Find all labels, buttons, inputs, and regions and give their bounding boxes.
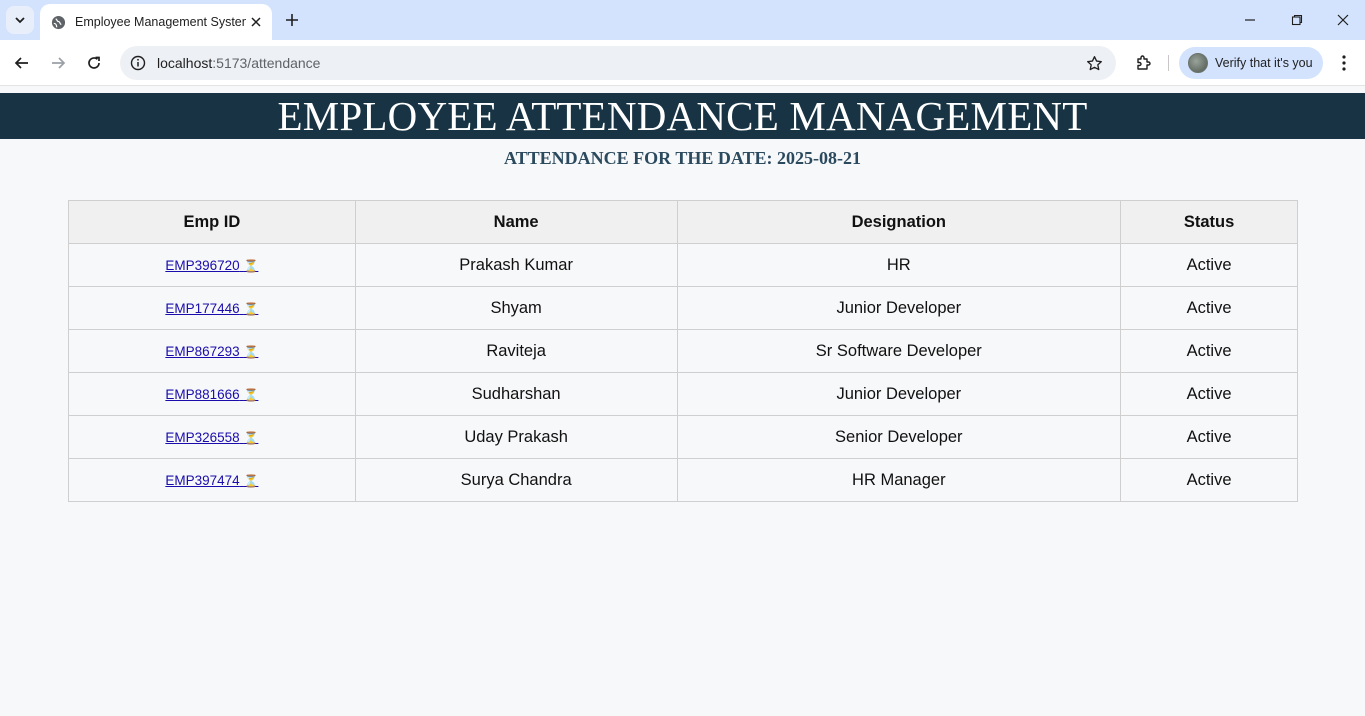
table-row: EMP397474 ⏳ Surya Chandra HR Manager Act…: [68, 458, 1298, 502]
status-cell: Active: [1120, 243, 1298, 287]
status-cell: Active: [1120, 458, 1298, 502]
arrow-right-icon: [52, 57, 66, 69]
tab-search-button[interactable]: [6, 6, 34, 34]
emp-id-link[interactable]: EMP867293 ⏳: [165, 344, 258, 359]
close-tab-icon[interactable]: [246, 12, 266, 32]
browser-toolbar: localhost:5173/attendance Verify that it…: [0, 40, 1365, 86]
name-cell: Raviteja: [354, 329, 678, 373]
attendance-date-heading: ATTENDANCE FOR THE DATE: 2025-08-21: [503, 148, 862, 168]
browser-tab[interactable]: Employee Management System: [40, 4, 272, 40]
designation-cell: HR: [676, 243, 1122, 287]
close-icon: [1337, 14, 1349, 26]
name-cell: Uday Prakash: [354, 415, 678, 459]
emp-id-text: EMP881666: [165, 386, 240, 402]
forward-button[interactable]: [44, 49, 72, 77]
url-path: :5173/attendance: [212, 55, 321, 71]
url-host: localhost: [157, 55, 213, 71]
designation-cell: Senior Developer: [676, 415, 1122, 459]
table-row: EMP326558 ⏳ Uday Prakash Senior Develope…: [68, 415, 1298, 459]
site-info-icon[interactable]: [129, 54, 147, 72]
browser-menu-button[interactable]: [1330, 49, 1358, 77]
status-cell: Active: [1120, 286, 1298, 330]
minimize-button[interactable]: [1236, 6, 1264, 34]
avatar: [1188, 53, 1208, 73]
hourglass-icon: ⏳: [243, 473, 259, 488]
emp-id-cell: EMP177446 ⏳: [68, 286, 356, 330]
toolbar-divider: [1168, 55, 1169, 71]
designation-cell: HR Manager: [676, 458, 1122, 502]
hourglass-icon: ⏳: [243, 430, 259, 445]
designation-cell: Junior Developer: [676, 372, 1122, 416]
close-window-button[interactable]: [1329, 6, 1357, 34]
emp-id-text: EMP326558: [165, 429, 240, 445]
new-tab-button[interactable]: [280, 8, 304, 32]
bookmark-star-icon[interactable]: [1084, 53, 1104, 73]
status-cell: Active: [1120, 415, 1298, 459]
emp-id-text: EMP867293: [165, 343, 240, 359]
tab-title: Employee Management System: [75, 15, 246, 29]
emp-id-text: EMP397474: [165, 472, 240, 488]
emp-id-cell: EMP867293 ⏳: [68, 329, 356, 373]
reload-button[interactable]: [80, 49, 108, 77]
hourglass-icon: ⏳: [243, 258, 259, 273]
emp-id-cell: EMP396720 ⏳: [68, 243, 356, 287]
designation-cell: Junior Developer: [676, 286, 1122, 330]
minimize-icon: [1245, 19, 1255, 21]
page-header: EMPLOYEE ATTENDANCE MANAGEMENT: [0, 93, 1365, 139]
emp-id-text: EMP396720: [165, 257, 240, 273]
table-row: EMP396720 ⏳ Prakash Kumar HR Active: [68, 243, 1298, 287]
reload-icon: [88, 56, 100, 69]
restore-button[interactable]: [1283, 6, 1311, 34]
column-header-name: Name: [354, 200, 678, 244]
profile-label: Verify that it's you: [1215, 56, 1313, 70]
restore-icon: [1291, 14, 1303, 26]
address-bar[interactable]: localhost:5173/attendance: [120, 46, 1116, 80]
attendance-table: Emp ID Name Designation Status EMP396720…: [68, 200, 1298, 502]
plus-icon: [286, 14, 298, 26]
back-button[interactable]: [8, 49, 36, 77]
extensions-button[interactable]: [1130, 49, 1158, 77]
column-header-status: Status: [1120, 200, 1298, 244]
name-cell: Shyam: [354, 286, 678, 330]
globe-icon: [50, 14, 66, 30]
emp-id-link[interactable]: EMP177446 ⏳: [165, 301, 258, 316]
hourglass-icon: ⏳: [243, 387, 259, 402]
column-header-emp-id: Emp ID: [68, 200, 356, 244]
status-cell: Active: [1120, 329, 1298, 373]
table-row: EMP177446 ⏳ Shyam Junior Developer Activ…: [68, 286, 1298, 330]
profile-button[interactable]: Verify that it's you: [1179, 47, 1323, 79]
emp-id-text: EMP177446: [165, 300, 240, 316]
url-text: localhost:5173/attendance: [157, 55, 320, 71]
status-cell: Active: [1120, 372, 1298, 416]
hourglass-icon: ⏳: [243, 301, 259, 316]
emp-id-cell: EMP881666 ⏳: [68, 372, 356, 416]
hourglass-icon: ⏳: [243, 344, 259, 359]
table-header-row: Emp ID Name Designation Status: [68, 200, 1298, 244]
chevron-down-icon: [15, 17, 25, 24]
browser-tab-bar: Employee Management System: [0, 0, 1365, 40]
more-vertical-icon: [1342, 55, 1346, 71]
name-cell: Prakash Kumar: [354, 243, 678, 287]
emp-id-link[interactable]: EMP326558 ⏳: [165, 430, 258, 445]
column-header-designation: Designation: [676, 200, 1122, 244]
table-row: EMP867293 ⏳ Raviteja Sr Software Develop…: [68, 329, 1298, 373]
page-title: EMPLOYEE ATTENDANCE MANAGEMENT: [277, 93, 1088, 139]
emp-id-link[interactable]: EMP396720 ⏳: [165, 258, 258, 273]
emp-id-link[interactable]: EMP881666 ⏳: [165, 387, 258, 402]
emp-id-cell: EMP326558 ⏳: [68, 415, 356, 459]
name-cell: Sudharshan: [354, 372, 678, 416]
puzzle-icon: [1137, 55, 1151, 70]
designation-cell: Sr Software Developer: [676, 329, 1122, 373]
arrow-left-icon: [14, 57, 28, 69]
emp-id-link[interactable]: EMP397474 ⏳: [165, 473, 258, 488]
emp-id-cell: EMP397474 ⏳: [68, 458, 356, 502]
name-cell: Surya Chandra: [354, 458, 678, 502]
table-row: EMP881666 ⏳ Sudharshan Junior Developer …: [68, 372, 1298, 416]
